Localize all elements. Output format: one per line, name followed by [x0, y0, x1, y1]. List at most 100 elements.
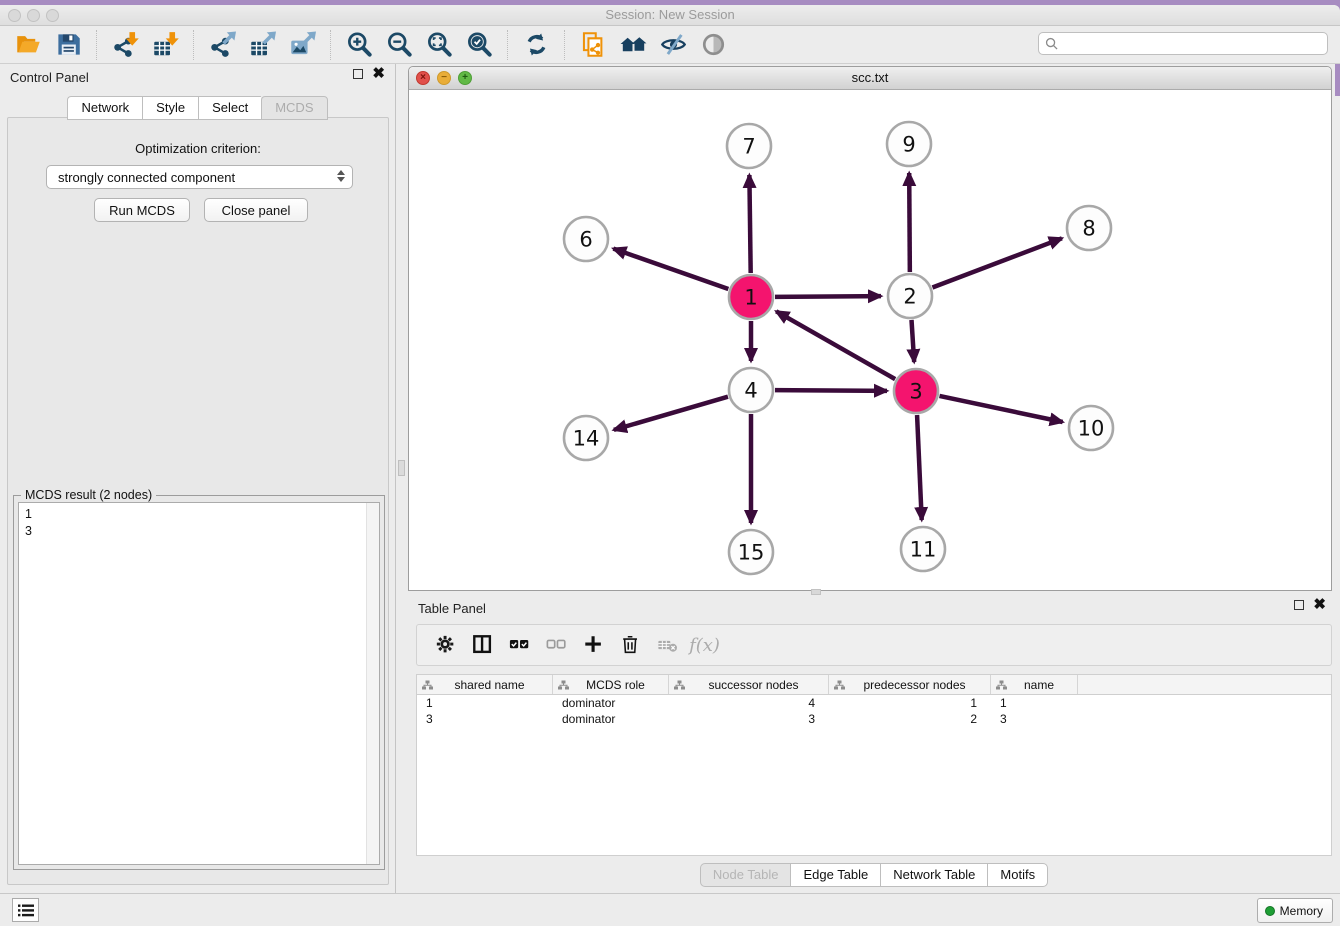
edge-1-2[interactable]	[775, 296, 881, 297]
edge-4-3[interactable]	[775, 390, 887, 391]
vertical-splitter-handle[interactable]	[398, 460, 405, 476]
table-cell[interactable]: 3	[417, 711, 553, 727]
delete-table-icon[interactable]	[649, 629, 686, 661]
zoom-fit-icon[interactable]	[422, 30, 456, 60]
table-cell[interactable]: 3	[669, 711, 829, 727]
table-cell[interactable]: 2	[829, 711, 991, 727]
node-label-9: 9	[902, 133, 915, 157]
edge-4-14[interactable]	[614, 397, 728, 430]
refresh-icon[interactable]	[519, 30, 553, 60]
save-icon[interactable]	[51, 30, 85, 60]
network-canvas[interactable]: 1234678910111415	[409, 90, 1331, 590]
column-header-name[interactable]: name	[991, 675, 1078, 694]
sitemap-icon	[674, 680, 685, 690]
float-table-panel-icon[interactable]	[1294, 600, 1304, 610]
edge-3-11[interactable]	[917, 415, 922, 520]
tab-mcds[interactable]: MCDS	[261, 96, 327, 120]
criterion-value: strongly connected component	[58, 170, 235, 185]
edge-2-9[interactable]	[909, 173, 910, 272]
import-network-icon[interactable]	[108, 30, 142, 60]
float-panel-icon[interactable]	[353, 69, 363, 79]
node-table: shared nameMCDS rolesuccessor nodesprede…	[416, 674, 1332, 856]
zoom-in-icon[interactable]	[342, 30, 376, 60]
edge-1-7[interactable]	[749, 175, 750, 273]
function-icon[interactable]: f(x)	[686, 629, 723, 661]
column-header-shared-name[interactable]: shared name	[417, 675, 553, 694]
import-table-icon[interactable]	[148, 30, 182, 60]
close-panel-icon[interactable]: ✖	[372, 69, 385, 79]
task-history-button[interactable]	[12, 898, 39, 922]
search-icon	[1045, 37, 1058, 50]
sitemap-icon	[834, 680, 845, 690]
table-cell[interactable]: 4	[669, 695, 829, 711]
edge-2-3[interactable]	[912, 320, 915, 362]
hide-graphics-icon[interactable]	[656, 30, 690, 60]
edge-3-1[interactable]	[776, 311, 895, 379]
node-label-14: 14	[573, 427, 600, 451]
tab-network-table[interactable]: Network Table	[880, 863, 987, 887]
split-columns-icon[interactable]	[464, 629, 501, 661]
column-header-predecessor-nodes[interactable]: predecessor nodes	[829, 675, 991, 694]
tab-style[interactable]: Style	[142, 96, 198, 120]
node-label-7: 7	[742, 135, 755, 159]
tab-node-table[interactable]: Node Table	[700, 863, 791, 887]
column-header-successor-nodes[interactable]: successor nodes	[669, 675, 829, 694]
table-cell[interactable]: 1	[991, 695, 1078, 711]
tab-motifs[interactable]: Motifs	[987, 863, 1048, 887]
network-window-title: scc.txt	[409, 70, 1331, 85]
status-bar: Memory	[0, 893, 1340, 926]
select-all-icon[interactable]	[501, 629, 538, 661]
tab-network[interactable]: Network	[67, 96, 142, 120]
table-panel-title: Table Panel	[418, 601, 486, 616]
table-cell[interactable]: dominator	[553, 711, 669, 727]
main-toolbar	[0, 26, 1340, 64]
node-label-15: 15	[738, 541, 765, 565]
layout-homes-icon[interactable]	[616, 30, 650, 60]
mcds-result-area[interactable]: 1 3	[18, 502, 380, 865]
table-cell[interactable]: 1	[417, 695, 553, 711]
column-header-MCDS-role[interactable]: MCDS role	[553, 675, 669, 694]
table-panel-header: Table Panel ✖	[408, 595, 1340, 621]
zoom-out-icon[interactable]	[382, 30, 416, 60]
run-mcds-button[interactable]: Run MCDS	[94, 198, 190, 222]
zoom-selected-icon[interactable]	[462, 30, 496, 60]
table-row[interactable]: 1dominator411	[417, 695, 1331, 711]
close-table-panel-icon[interactable]: ✖	[1313, 600, 1326, 610]
memory-button[interactable]: Memory	[1257, 898, 1333, 923]
edge-3-10[interactable]	[939, 396, 1062, 422]
table-row[interactable]: 3dominator323	[417, 711, 1331, 727]
control-panel: Control Panel ✖ NetworkStyleSelectMCDS O…	[0, 64, 396, 893]
table-cell[interactable]: 3	[991, 711, 1078, 727]
network-window-title-bar[interactable]: × − + scc.txt	[409, 67, 1331, 90]
node-label-1: 1	[744, 286, 757, 310]
node-label-10: 10	[1078, 417, 1105, 441]
table-cell[interactable]: dominator	[553, 695, 669, 711]
network-view-window: × − + scc.txt 1234678910111415	[408, 66, 1332, 591]
edge-2-8[interactable]	[932, 238, 1061, 287]
export-network-icon[interactable]	[205, 30, 239, 60]
edge-1-6[interactable]	[613, 249, 728, 289]
node-label-3: 3	[909, 380, 922, 404]
duplicate-network-icon[interactable]	[576, 30, 610, 60]
table-cell[interactable]: 1	[829, 695, 991, 711]
deselect-all-icon[interactable]	[538, 629, 575, 661]
control-panel-tabs: NetworkStyleSelectMCDS	[0, 96, 395, 120]
trash-icon[interactable]	[612, 629, 649, 661]
export-image-icon[interactable]	[285, 30, 319, 60]
mcds-result-title: MCDS result (2 nodes)	[21, 488, 156, 502]
result-scrollbar[interactable]	[366, 503, 379, 864]
tab-edge-table[interactable]: Edge Table	[790, 863, 880, 887]
tab-select[interactable]: Select	[198, 96, 261, 120]
mcds-result-text: 1 3	[19, 503, 366, 864]
export-table-icon[interactable]	[245, 30, 279, 60]
sitemap-icon	[996, 680, 1007, 690]
criterion-select[interactable]: strongly connected component	[46, 165, 353, 189]
add-icon[interactable]	[575, 629, 612, 661]
gear-icon[interactable]	[427, 629, 464, 661]
close-panel-button[interactable]: Close panel	[204, 198, 308, 222]
birdseye-icon[interactable]	[696, 30, 730, 60]
open-folder-icon[interactable]	[11, 30, 45, 60]
search-box[interactable]	[1038, 32, 1328, 55]
search-input[interactable]	[1062, 37, 1321, 51]
optimization-criterion-label: Optimization criterion:	[8, 141, 388, 156]
